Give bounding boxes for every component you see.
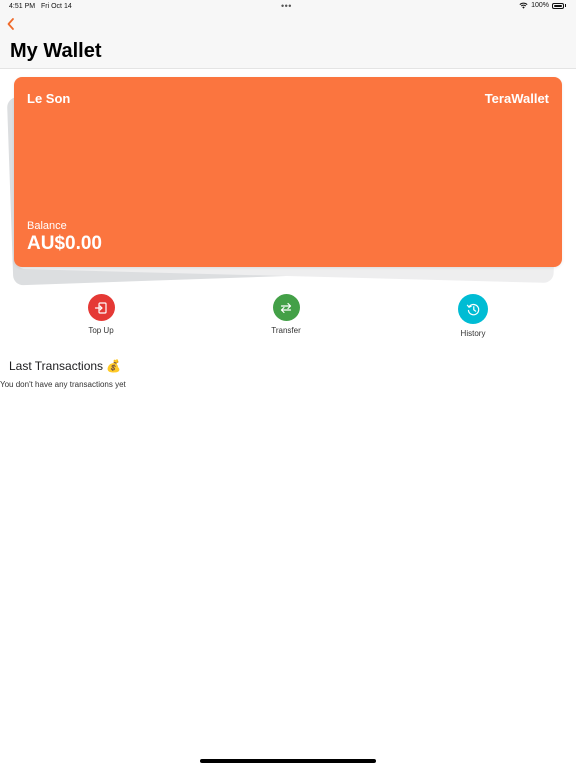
top-up-button[interactable]: Top Up — [61, 294, 141, 335]
navigation-bar: My Wallet — [0, 14, 576, 69]
battery-tip — [565, 4, 566, 7]
transfer-label: Transfer — [271, 326, 301, 335]
card-brand: TeraWallet — [484, 91, 549, 106]
multitasking-dots-icon[interactable]: ••• — [281, 1, 292, 11]
status-time: 4:51 PM — [9, 3, 36, 10]
chevron-left-icon — [7, 18, 14, 30]
back-button[interactable] — [6, 16, 20, 34]
home-indicator[interactable] — [200, 759, 376, 763]
history-icon — [458, 294, 488, 324]
status-date: Fri Oct 14 — [41, 3, 72, 10]
status-indicators: 100% — [519, 2, 566, 9]
battery-icon — [552, 2, 564, 9]
transfer-button[interactable]: Transfer — [246, 294, 326, 335]
transfer-icon — [272, 294, 300, 321]
status-bar: 4:51 PM Fri Oct 14 ••• 100% — [0, 0, 576, 14]
empty-transactions-text: You don't have any transactions yet — [0, 380, 126, 389]
history-button[interactable]: History — [433, 294, 513, 338]
top-up-icon — [87, 294, 115, 321]
page-title: My Wallet — [10, 40, 102, 62]
wifi-icon — [519, 2, 528, 9]
card-holder-name: Le Son — [27, 91, 71, 106]
last-transactions-title: Last Transactions 💰 — [9, 359, 122, 373]
balance-value: AU$0.00 — [27, 233, 102, 254]
wallet-card: Le Son TeraWallet Balance AU$0.00 — [14, 77, 562, 267]
top-up-label: Top Up — [88, 326, 114, 335]
balance-label: Balance — [27, 220, 67, 232]
battery-percent: 100% — [531, 2, 549, 9]
history-label: History — [460, 329, 486, 338]
